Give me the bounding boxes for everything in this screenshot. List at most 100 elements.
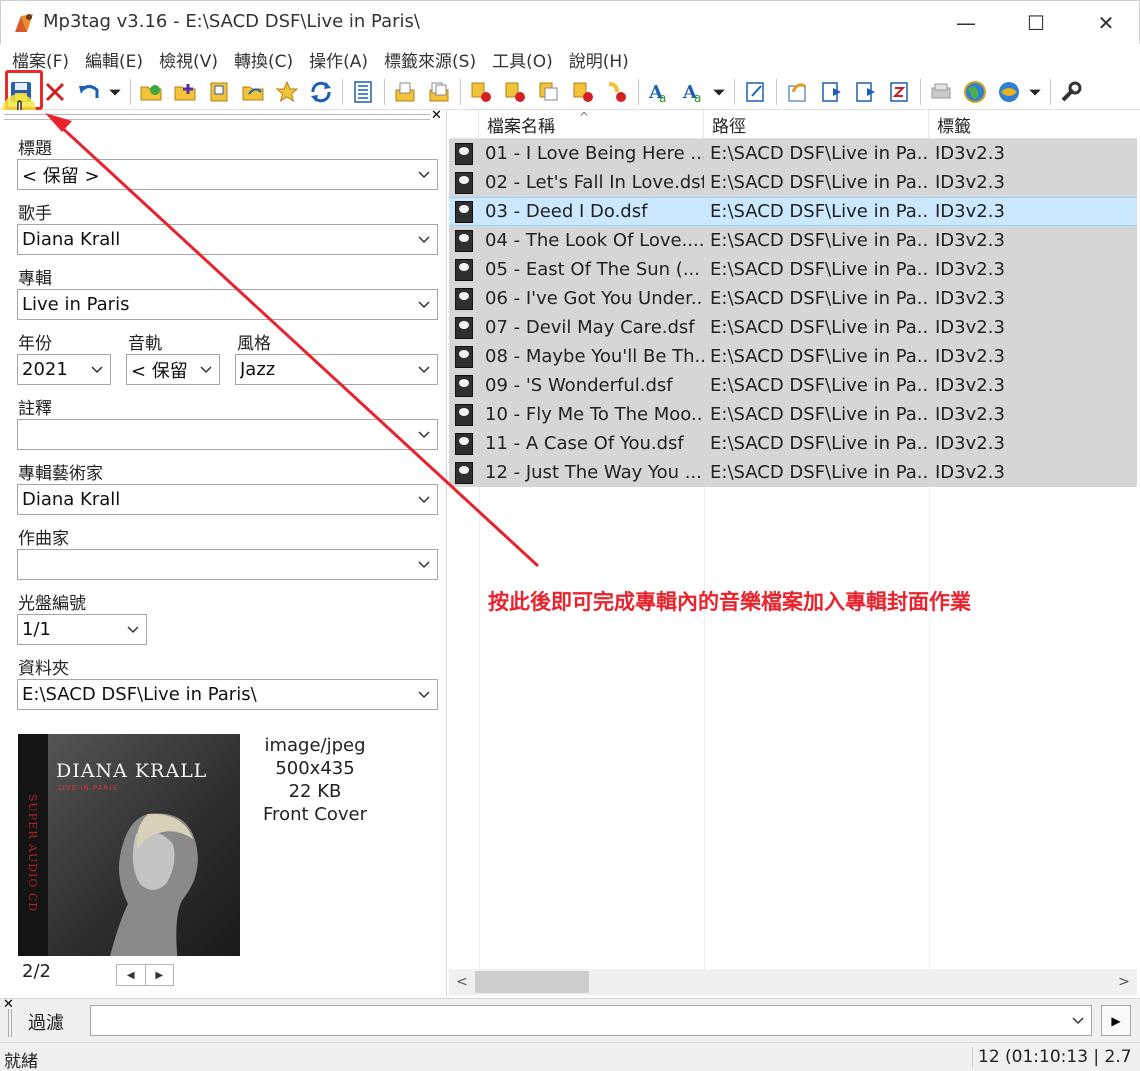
- chevron-down-icon[interactable]: [411, 160, 437, 189]
- panel-grip[interactable]: [4, 114, 430, 120]
- column-icon-header[interactable]: [449, 110, 479, 139]
- playlist-icon[interactable]: [424, 77, 454, 107]
- file-tag: ID3v2.3: [935, 259, 1005, 280]
- column-filename-header[interactable]: 檔案名稱: [479, 110, 704, 139]
- file-row[interactable]: 03 - Deed I Do.dsf E:\SACD DSF\Live in Pa…: [449, 197, 1137, 226]
- sort-icon[interactable]: [884, 77, 914, 107]
- case-dropdown-icon[interactable]: [712, 77, 726, 107]
- convert-tag-filename-icon[interactable]: [466, 77, 496, 107]
- web-source-icon[interactable]: [960, 77, 990, 107]
- album-field[interactable]: Live in Paris: [17, 289, 438, 320]
- comment-field[interactable]: [17, 419, 438, 450]
- convert-filename-tag-icon[interactable]: [500, 77, 530, 107]
- minimize-button[interactable]: —: [931, 1, 1001, 45]
- convert-text-tag-icon[interactable]: [534, 77, 564, 107]
- open-folder-icon[interactable]: [204, 77, 234, 107]
- chevron-down-icon[interactable]: [193, 355, 219, 384]
- refresh-icon[interactable]: [306, 77, 336, 107]
- disc-field[interactable]: 1/1: [17, 614, 147, 645]
- change-directory-icon[interactable]: [136, 77, 166, 107]
- file-name: 12 - Just The Way You ...: [485, 462, 702, 483]
- chevron-down-icon[interactable]: [84, 355, 110, 384]
- file-tag: ID3v2.3: [935, 288, 1005, 309]
- scroll-thumb[interactable]: [475, 971, 589, 993]
- freedb-icon[interactable]: [926, 77, 956, 107]
- maximize-button[interactable]: ☐: [1001, 1, 1071, 45]
- file-row[interactable]: 01 - I Love Being Here ... E:\SACD DSF\Li…: [449, 139, 1137, 168]
- chevron-down-icon[interactable]: [411, 420, 437, 449]
- file-row[interactable]: 10 - Fly Me To The Moo... E:\SACD DSF\Liv…: [449, 400, 1137, 429]
- menu-tools[interactable]: 工具(O): [484, 47, 561, 72]
- file-row[interactable]: 09 - 'S Wonderful.dsf E:\SACD DSF\Live in…: [449, 371, 1137, 400]
- svg-text:a: a: [659, 91, 666, 104]
- chevron-down-icon[interactable]: [1065, 1016, 1091, 1025]
- undo-icon[interactable]: [74, 77, 104, 107]
- chevron-down-icon[interactable]: [411, 290, 437, 319]
- year-field[interactable]: 2021: [17, 354, 111, 385]
- star-icon[interactable]: [272, 77, 302, 107]
- import-cover-icon[interactable]: [782, 77, 812, 107]
- options-icon[interactable]: [1056, 77, 1086, 107]
- chevron-down-icon[interactable]: [411, 355, 437, 384]
- remove-tag-icon[interactable]: [40, 77, 70, 107]
- auto-numbering-icon[interactable]: Aa: [644, 77, 674, 107]
- chevron-down-icon[interactable]: [411, 225, 437, 254]
- album-artist-field[interactable]: Diana Krall: [17, 484, 438, 515]
- genre-field[interactable]: Jazz: [235, 354, 438, 385]
- filter-apply-button[interactable]: ▶: [1101, 1005, 1131, 1036]
- cover-art[interactable]: SUPER AUDIO CD DIANA KRALL LIVE IN PARIS: [18, 734, 240, 956]
- scroll-right-icon[interactable]: >: [1111, 969, 1137, 995]
- convert-tag-tag-icon[interactable]: [568, 77, 598, 107]
- file-row[interactable]: 06 - I've Got You Under... E:\SACD DSF\Li…: [449, 284, 1137, 313]
- web-source-dropdown-icon[interactable]: [1028, 77, 1042, 107]
- tag-panel-icon[interactable]: [348, 77, 378, 107]
- undo-dropdown-icon[interactable]: [108, 77, 122, 107]
- track-field[interactable]: < 保留: [126, 354, 220, 385]
- file-row[interactable]: 02 - Let's Fall In Love.dsf E:\SACD DSF\L…: [449, 168, 1137, 197]
- scroll-left-icon[interactable]: <: [449, 969, 475, 995]
- web-source-2-icon[interactable]: [994, 77, 1024, 107]
- menu-convert[interactable]: 轉換(C): [226, 47, 301, 72]
- menu-tag-sources[interactable]: 標籤來源(S): [376, 47, 484, 72]
- previous-cover-button[interactable]: ◀: [117, 965, 146, 985]
- case-conversion-icon[interactable]: Aa: [678, 77, 708, 107]
- export-icon[interactable]: [390, 77, 420, 107]
- text-file-icon[interactable]: [850, 77, 880, 107]
- next-cover-button[interactable]: ▶: [146, 965, 174, 985]
- chevron-down-icon[interactable]: [411, 485, 437, 514]
- artist-field[interactable]: Diana Krall: [17, 224, 438, 255]
- composer-field[interactable]: [17, 549, 438, 580]
- folder-field[interactable]: E:\SACD DSF\Live in Paris\: [17, 679, 438, 710]
- close-button[interactable]: ✕: [1071, 1, 1140, 45]
- column-path-header[interactable]: 路徑: [704, 110, 929, 139]
- column-tag-header[interactable]: 標籤: [929, 110, 1137, 139]
- chevron-down-icon[interactable]: [411, 550, 437, 579]
- file-row[interactable]: 08 - Maybe You'll Be Th... E:\SACD DSF\Li…: [449, 342, 1137, 371]
- filter-grip[interactable]: [8, 1009, 12, 1037]
- scroll-track[interactable]: [475, 971, 1111, 993]
- menu-view[interactable]: 檢視(V): [151, 47, 226, 72]
- title-label: 標題: [18, 139, 52, 159]
- horizontal-scrollbar[interactable]: < >: [449, 969, 1137, 995]
- chevron-down-icon[interactable]: [411, 680, 437, 709]
- menu-edit[interactable]: 編輯(E): [77, 47, 151, 72]
- chevron-down-icon[interactable]: [120, 615, 146, 644]
- file-row[interactable]: 07 - Devil May Care.dsf E:\SACD DSF\Live …: [449, 313, 1137, 342]
- title-field[interactable]: < 保留 >: [17, 159, 438, 190]
- file-name: 02 - Let's Fall In Love.dsf: [485, 172, 704, 193]
- file-row[interactable]: 04 - The Look Of Love.... E:\SACD DSF\Liv…: [449, 226, 1137, 255]
- menu-file[interactable]: 檔案(F): [4, 47, 77, 72]
- file-row[interactable]: 05 - East Of The Sun (... E:\SACD DSF\Liv…: [449, 255, 1137, 284]
- menu-help[interactable]: 說明(H): [561, 47, 637, 72]
- edit-icon[interactable]: [740, 77, 770, 107]
- add-directory-icon[interactable]: [170, 77, 200, 107]
- panel-close-icon[interactable]: ✕: [431, 108, 442, 123]
- disc-label: 光盤編號: [18, 594, 86, 614]
- file-row[interactable]: 12 - Just The Way You ... E:\SACD DSF\Liv…: [449, 458, 1137, 487]
- filter-input[interactable]: [90, 1005, 1092, 1036]
- convert-tag-text-icon[interactable]: [602, 77, 632, 107]
- menu-actions[interactable]: 操作(A): [301, 47, 376, 72]
- favorite-folder-icon[interactable]: [238, 77, 268, 107]
- export-list-icon[interactable]: [816, 77, 846, 107]
- file-row[interactable]: 11 - A Case Of You.dsf E:\SACD DSF\Live i…: [449, 429, 1137, 458]
